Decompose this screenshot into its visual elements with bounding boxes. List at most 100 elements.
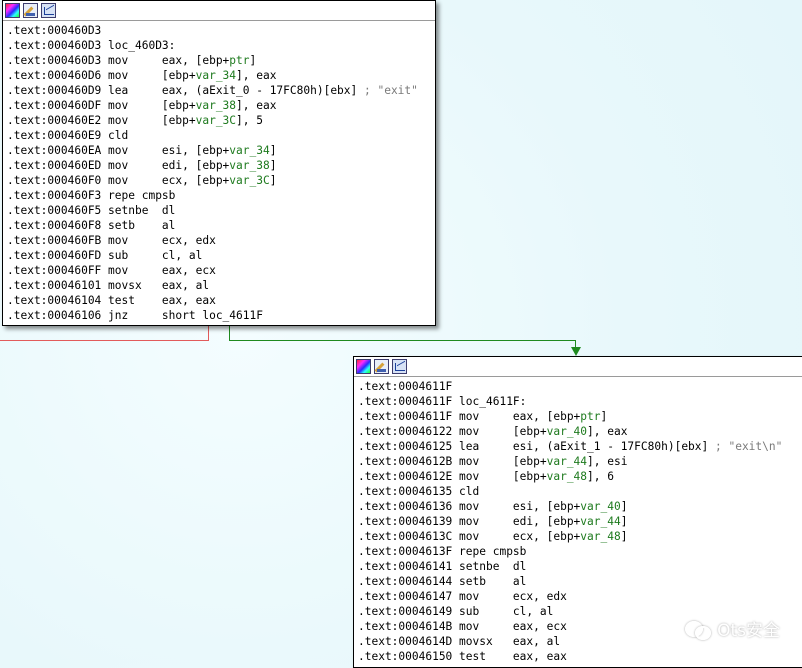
code-text: test eax, eax [108,294,216,307]
code-address: .text:000460E2 [7,114,102,127]
code-line[interactable]: .text:00046147 mov ecx, edx [358,589,802,604]
code-line[interactable]: .text:00046136 mov esi, [ebp+var_40] [358,499,802,514]
code-text: lea eax, (aExit_0 - 17FC80h)[ebx] [108,84,364,97]
watermark-text: Ots安全 [717,621,780,641]
code-text: sub cl, al [108,249,203,262]
code-line[interactable]: .text:00046106 jnz short loc_4611F [7,308,435,323]
code-address: .text:0004611F [358,395,453,408]
code-address: .text:00046147 [358,590,453,603]
code-line[interactable]: .text:00046144 setb al [358,574,802,589]
code-text: mov eax, ecx [108,264,216,277]
code-text: sub cl, al [459,605,554,618]
code-text: ] [249,54,257,67]
code-line[interactable]: .text:00046122 mov [ebp+var_40], eax [358,424,802,439]
code-line[interactable]: .text:000460E2 mov [ebp+var_3C], 5 [7,113,435,128]
code-line[interactable]: .text:000460FB mov ecx, edx [7,233,435,248]
wechat-icon [685,619,712,640]
code-text: ] [269,144,277,157]
code-line[interactable]: .text:000460D3 [7,23,435,38]
code-text: mov eax, [ebp+ [459,410,581,423]
code-line[interactable]: .text:000460F3 repe cmpsb [7,188,435,203]
code-line[interactable]: .text:000460D6 mov [ebp+var_34], eax [7,68,435,83]
code-line[interactable]: .text:000460D9 lea eax, (aExit_0 - 17FC8… [7,83,435,98]
code-address: .text:000460D6 [7,69,102,82]
code-text: cld [108,129,129,142]
code-line[interactable]: .text:00046141 setnbe dl [358,559,802,574]
code-line[interactable]: .text:000460EA mov esi, [ebp+var_34] [7,143,435,158]
code-text: mov eax, [ebp+ [108,54,230,67]
code-line[interactable]: .text:0004612B mov [ebp+var_44], esi [358,454,802,469]
code-line[interactable]: .text:0004612E mov [ebp+var_48], 6 [358,469,802,484]
graph-overview-icon[interactable] [392,359,407,374]
code-comment: ; "exit\n" [715,440,783,453]
code-text: test eax, eax [459,650,567,663]
code-line[interactable]: .text:000460ED mov edi, [ebp+var_38] [7,158,435,173]
code-text: ], eax [587,425,628,438]
code-text: ], eax [236,69,277,82]
stack-variable: var_34 [195,69,237,82]
code-text: ] [620,500,628,513]
code-text: mov ecx, [ebp+ [108,174,230,187]
code-address: .text:00046139 [358,515,453,528]
stack-variable: var_44 [580,515,621,528]
code-address: .text:0004613C [358,530,453,543]
code-text: ] [269,174,277,187]
code-line[interactable]: .text:00046104 test eax, eax [7,293,435,308]
code-address: .text:000460E9 [7,129,102,142]
code-address: .text:00046125 [358,440,453,453]
code-text: setb al [108,219,176,232]
code-address: .text:000460D3 [7,54,102,67]
code-address: .text:0004614D [358,635,453,648]
code-line[interactable]: .text:0004613F repe cmpsb [358,544,802,559]
code-line[interactable]: .text:000460D3 loc_460D3: [7,38,435,53]
code-line[interactable]: .text:0004611F [358,379,802,394]
code-address: .text:00046150 [358,650,453,663]
code-line[interactable]: .text:0004611F mov eax, [ebp+ptr] [358,409,802,424]
code-address: .text:00046106 [7,309,102,322]
code-line[interactable]: .text:000460DF mov [ebp+var_38], eax [7,98,435,113]
code-line[interactable]: .text:000460FD sub cl, al [7,248,435,263]
code-line[interactable]: .text:000460F8 setb al [7,218,435,233]
node-color-icon[interactable] [5,3,20,18]
code-address: .text:00046149 [358,605,453,618]
code-line[interactable]: .text:000460D3 mov eax, [ebp+ptr] [7,53,435,68]
code-text: jnz short loc_4611F [108,309,263,322]
code-address: .text:000460FD [7,249,102,262]
code-line[interactable]: .text:000460FF mov eax, ecx [7,263,435,278]
code-text: setnbe dl [108,204,176,217]
edit-node-icon[interactable] [23,3,38,18]
code-line[interactable]: .text:0004613C mov ecx, [ebp+var_48] [358,529,802,544]
stack-variable: var_3C [229,174,270,187]
code-address: .text:0004612B [358,455,453,468]
code-line[interactable]: .text:00046125 lea esi, (aExit_1 - 17FC8… [358,439,802,454]
code-line[interactable]: .text:000460F0 mov ecx, [ebp+var_3C] [7,173,435,188]
code-text: mov eax, ecx [459,620,567,633]
code-line[interactable]: .text:0004611F loc_4611F: [358,394,802,409]
code-address: .text:0004614B [358,620,453,633]
code-text: ], esi [587,455,628,468]
edit-node-icon[interactable] [374,359,389,374]
code-line[interactable]: .text:000460E9 cld [7,128,435,143]
code-line[interactable]: .text:00046150 test eax, eax [358,649,802,664]
code-line[interactable]: .text:00046135 cld [358,484,802,499]
graph-node-loc-460D3[interactable]: .text:000460D3 .text:000460D3 loc_460D3:.… [2,0,436,326]
node-header [354,357,802,377]
code-line[interactable]: .text:000460F5 setnbe dl [7,203,435,218]
code-text: ] [620,530,628,543]
code-text: movsx eax, al [108,279,210,292]
true-branch-edge-horizontal [229,340,576,341]
code-text: mov [ebp+ [108,69,196,82]
code-address: .text:000460EA [7,144,102,157]
node-color-icon[interactable] [356,359,371,374]
code-text: repe cmpsb [108,189,176,202]
false-branch-edge-vertical [208,325,209,341]
watermark: Ots安全 [685,616,780,641]
disassembly-listing: .text:000460D3 .text:000460D3 loc_460D3:.… [3,21,435,323]
code-address: .text:000460D9 [7,84,102,97]
code-line[interactable]: .text:00046139 mov edi, [ebp+var_44] [358,514,802,529]
code-line[interactable]: .text:00046101 movsx eax, al [7,278,435,293]
code-text: cld [459,485,480,498]
graph-overview-icon[interactable] [41,3,56,18]
code-text: mov esi, [ebp+ [459,500,581,513]
code-address: .text:0004612E [358,470,453,483]
